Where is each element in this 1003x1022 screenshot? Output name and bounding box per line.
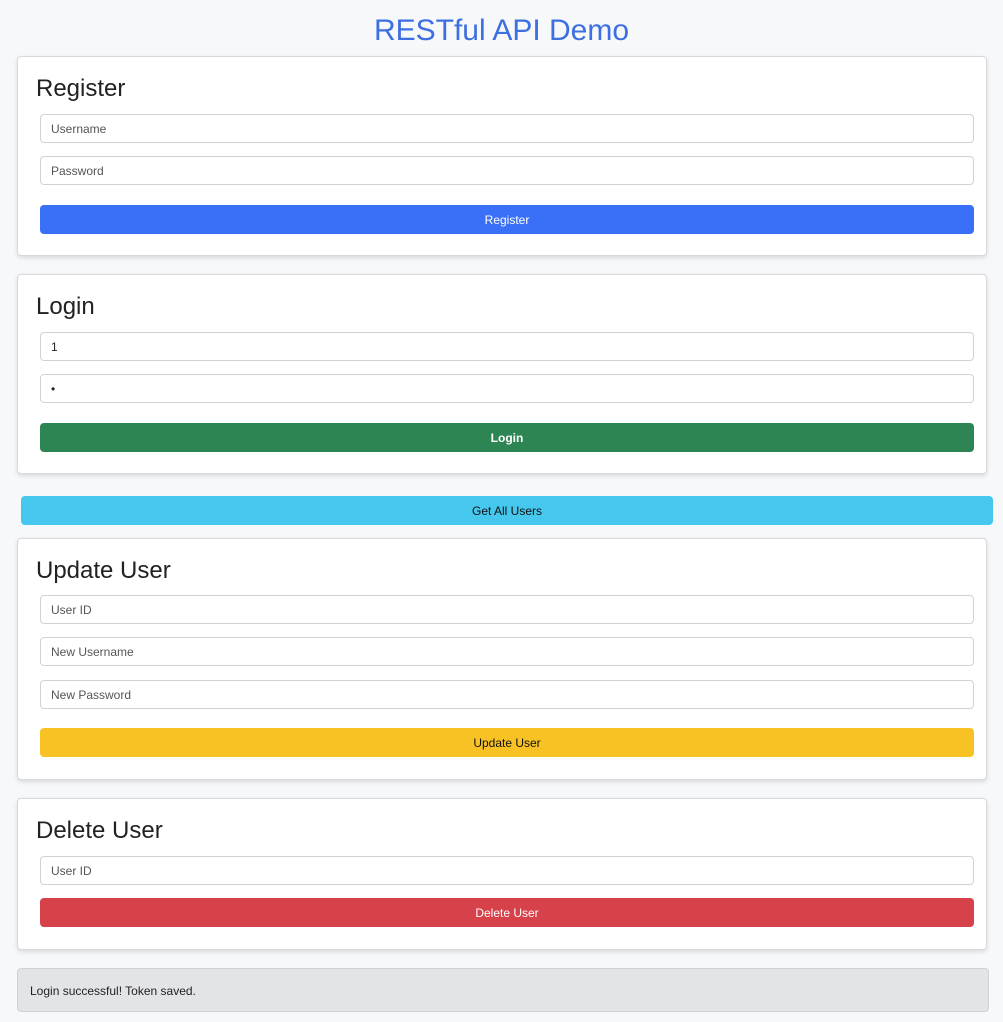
login-password-input[interactable] <box>40 374 974 403</box>
register-card: Register Register <box>17 56 987 256</box>
update-new-password-input[interactable] <box>40 680 974 709</box>
update-user-button[interactable]: Update User <box>40 728 974 757</box>
login-card: Login Login <box>17 274 987 474</box>
update-user-card: Update User Update User <box>17 538 987 780</box>
register-password-input[interactable] <box>40 156 974 185</box>
status-message-box: Login successful! Token saved. <box>17 968 989 1012</box>
status-message: Login successful! Token saved. <box>30 984 196 998</box>
login-button[interactable]: Login <box>40 423 974 452</box>
register-button[interactable]: Register <box>40 205 974 234</box>
page-title: RESTful API Demo <box>373 14 630 47</box>
delete-user-id-input[interactable] <box>40 856 974 885</box>
get-all-users-button[interactable]: Get All Users <box>21 496 993 525</box>
update-user-heading: Update User <box>36 557 171 584</box>
register-heading: Register <box>36 75 126 102</box>
update-user-id-input[interactable] <box>40 595 974 624</box>
delete-user-button[interactable]: Delete User <box>40 898 974 927</box>
update-new-username-input[interactable] <box>40 637 974 666</box>
register-username-input[interactable] <box>40 114 974 143</box>
login-username-input[interactable] <box>40 332 974 361</box>
login-heading: Login <box>36 293 95 320</box>
delete-user-card: Delete User Delete User <box>17 798 987 950</box>
delete-user-heading: Delete User <box>36 817 163 844</box>
